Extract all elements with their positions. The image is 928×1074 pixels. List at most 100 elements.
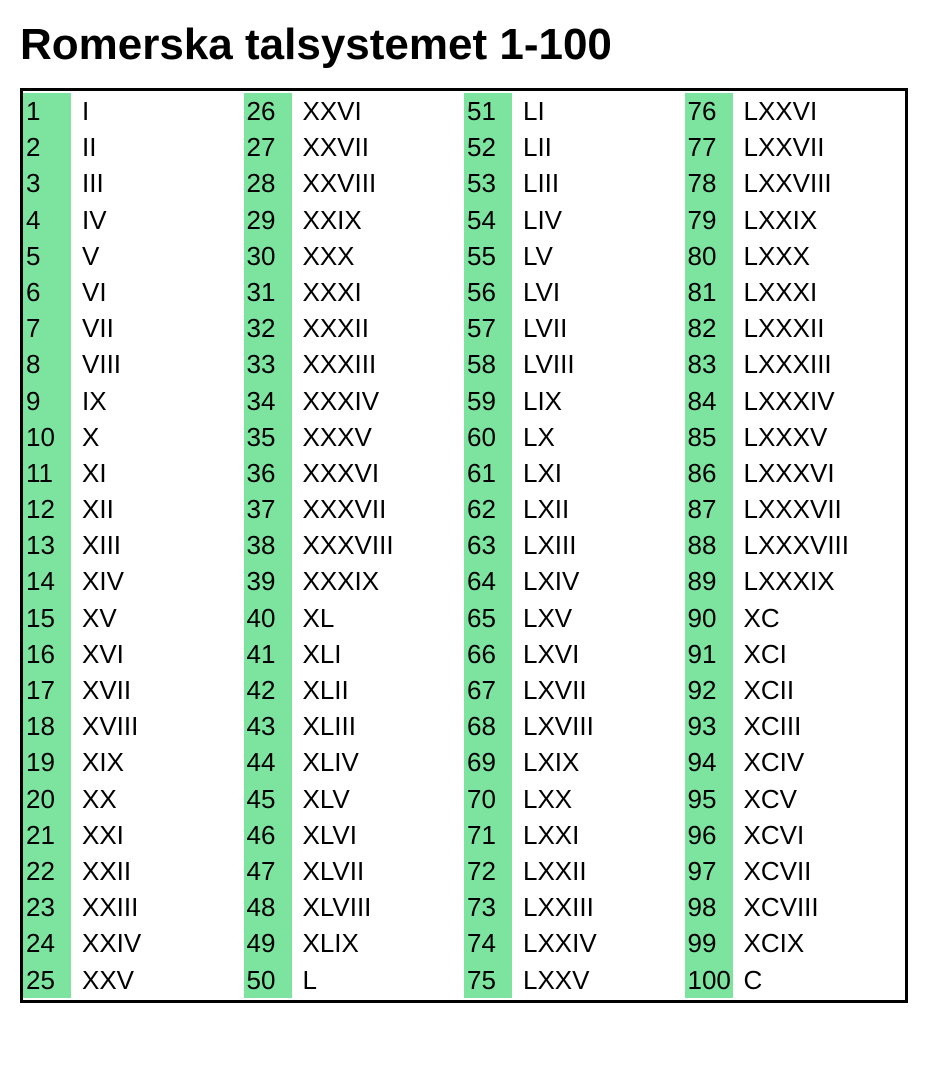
arabic-number: 78	[685, 165, 733, 201]
arabic-number: 31	[244, 274, 292, 310]
arabic-subcolumn: 26 27 28 29 30 31 32 33 34 35 36 37 38 3…	[244, 93, 292, 998]
roman-numeral: XLVII	[300, 853, 465, 889]
arabic-number: 37	[244, 491, 292, 527]
arabic-number: 8	[23, 346, 71, 382]
arabic-number: 41	[244, 636, 292, 672]
arabic-number: 67	[464, 672, 512, 708]
roman-subcolumn: I II III IV V VI VII VIII IX X XI XII XI…	[71, 93, 244, 998]
arabic-number: 74	[464, 925, 512, 961]
arabic-number: 72	[464, 853, 512, 889]
arabic-number: 33	[244, 346, 292, 382]
roman-numeral: LXIII	[520, 527, 685, 563]
arabic-number: 80	[685, 238, 733, 274]
arabic-number: 56	[464, 274, 512, 310]
arabic-number: 83	[685, 346, 733, 382]
roman-numeral: LXXIV	[520, 925, 685, 961]
arabic-number: 7	[23, 310, 71, 346]
roman-numeral: XI	[79, 455, 244, 491]
arabic-subcolumn: 51 52 53 54 55 56 57 58 59 60 61 62 63 6…	[464, 93, 512, 998]
roman-numeral: LXXXVIII	[741, 527, 906, 563]
arabic-number: 39	[244, 563, 292, 599]
roman-numeral: V	[79, 238, 244, 274]
arabic-number: 85	[685, 419, 733, 455]
roman-numeral: III	[79, 165, 244, 201]
roman-numeral: LXXVI	[741, 93, 906, 129]
arabic-number: 90	[685, 600, 733, 636]
arabic-number: 92	[685, 672, 733, 708]
roman-numeral: XCVII	[741, 853, 906, 889]
roman-numeral: LXXII	[520, 853, 685, 889]
roman-numeral: II	[79, 129, 244, 165]
arabic-number: 27	[244, 129, 292, 165]
arabic-number: 49	[244, 925, 292, 961]
roman-numeral: XLV	[300, 781, 465, 817]
roman-numeral: LIII	[520, 165, 685, 201]
arabic-number: 30	[244, 238, 292, 274]
roman-numeral: XXXIII	[300, 346, 465, 382]
arabic-number: 26	[244, 93, 292, 129]
roman-numeral: XXI	[79, 817, 244, 853]
roman-numeral: XIX	[79, 744, 244, 780]
arabic-number: 71	[464, 817, 512, 853]
arabic-number: 28	[244, 165, 292, 201]
arabic-number: 54	[464, 202, 512, 238]
roman-numeral: VI	[79, 274, 244, 310]
roman-numeral: LXI	[520, 455, 685, 491]
arabic-number: 29	[244, 202, 292, 238]
roman-numeral: XXXII	[300, 310, 465, 346]
roman-numeral: XII	[79, 491, 244, 527]
arabic-number: 34	[244, 383, 292, 419]
arabic-number: 20	[23, 781, 71, 817]
roman-numeral: XXXI	[300, 274, 465, 310]
arabic-number: 70	[464, 781, 512, 817]
roman-numeral: LXXI	[520, 817, 685, 853]
roman-numeral: XCVIII	[741, 889, 906, 925]
roman-numeral: XXXVIII	[300, 527, 465, 563]
roman-numeral: LIV	[520, 202, 685, 238]
arabic-subcolumn: 76 77 78 79 80 81 82 83 84 85 86 87 88 8…	[685, 93, 733, 998]
arabic-number: 21	[23, 817, 71, 853]
arabic-number: 4	[23, 202, 71, 238]
arabic-number: 38	[244, 527, 292, 563]
roman-numeral: XLVI	[300, 817, 465, 853]
roman-numeral: LXXVII	[741, 129, 906, 165]
arabic-number: 97	[685, 853, 733, 889]
roman-numeral: LXVI	[520, 636, 685, 672]
roman-numeral: XXXVI	[300, 455, 465, 491]
roman-numeral: LXVIII	[520, 708, 685, 744]
roman-numeral: LXV	[520, 600, 685, 636]
arabic-number: 36	[244, 455, 292, 491]
arabic-number: 32	[244, 310, 292, 346]
roman-numeral: VIII	[79, 346, 244, 382]
roman-numeral-table: 1 2 3 4 5 6 7 8 9 10 11 12 13 14 15 16 1…	[20, 88, 908, 1003]
roman-numeral: XIII	[79, 527, 244, 563]
arabic-number: 42	[244, 672, 292, 708]
roman-numeral: XLIV	[300, 744, 465, 780]
roman-subcolumn: LI LII LIII LIV LV LVI LVII LVIII LIX LX…	[512, 93, 685, 998]
arabic-number: 3	[23, 165, 71, 201]
roman-numeral: X	[79, 419, 244, 455]
arabic-number: 16	[23, 636, 71, 672]
roman-numeral: XX	[79, 781, 244, 817]
arabic-number: 14	[23, 563, 71, 599]
roman-numeral: LIX	[520, 383, 685, 419]
roman-numeral: XXVI	[300, 93, 465, 129]
roman-subcolumn: LXXVI LXXVII LXXVIII LXXIX LXXX LXXXI LX…	[733, 93, 906, 998]
arabic-number: 84	[685, 383, 733, 419]
arabic-number: 82	[685, 310, 733, 346]
roman-numeral: XXII	[79, 853, 244, 889]
roman-numeral: XXXV	[300, 419, 465, 455]
roman-numeral: LXXX	[741, 238, 906, 274]
arabic-number: 43	[244, 708, 292, 744]
roman-numeral: XXX	[300, 238, 465, 274]
arabic-number: 63	[464, 527, 512, 563]
column-1: 1 2 3 4 5 6 7 8 9 10 11 12 13 14 15 16 1…	[23, 93, 244, 998]
roman-numeral: LXXXII	[741, 310, 906, 346]
roman-numeral: I	[79, 93, 244, 129]
roman-numeral: LXVII	[520, 672, 685, 708]
roman-numeral: LXII	[520, 491, 685, 527]
arabic-number: 68	[464, 708, 512, 744]
roman-numeral: XLIII	[300, 708, 465, 744]
roman-numeral: LXXXIV	[741, 383, 906, 419]
roman-numeral: LVIII	[520, 346, 685, 382]
